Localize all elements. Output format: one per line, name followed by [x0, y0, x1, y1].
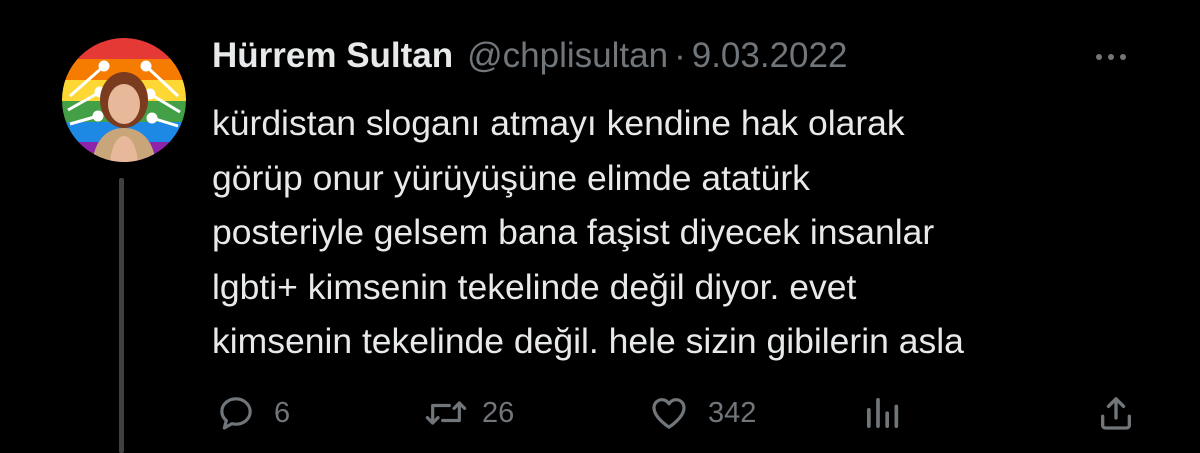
tweet-header: Hürrem Sultan @chplisultan · 9.03.2022 [212, 36, 847, 80]
share-icon [1101, 397, 1131, 430]
views-button[interactable] [862, 392, 902, 434]
retweet-count: 26 [482, 396, 515, 429]
heart-icon [652, 398, 686, 429]
share-button[interactable] [1096, 392, 1136, 434]
tweet-date[interactable]: 9.03.2022 [692, 36, 848, 76]
like-button[interactable]: 342 [648, 392, 756, 434]
tweet-text-line: posteriyle gelsem bana faşist diyecek in… [212, 212, 935, 252]
tweet-text-line: görüp onur yürüyüşüne elimde atatürk [212, 157, 810, 198]
tweet-text-line: kürdistan sloganı atmayı kendine hak ola… [212, 103, 905, 143]
separator-dot: · [674, 36, 686, 75]
tweet-text-line: lgbti+ kimsenin tekelinde değil diyor. e… [212, 266, 857, 307]
display-name[interactable]: Hürrem Sultan [212, 36, 453, 76]
avatar[interactable] [62, 38, 186, 162]
avatar-image [62, 38, 186, 162]
retweet-icon [425, 401, 467, 425]
reply-icon [220, 397, 252, 430]
retweet-button[interactable]: 26 [424, 392, 514, 434]
reply-count: 6 [274, 396, 291, 429]
tweet-text-line: kimsenin tekelinde değil. hele sizin gib… [212, 321, 964, 361]
more-icon[interactable] [1096, 50, 1126, 64]
analytics-icon [867, 398, 899, 428]
like-count: 342 [708, 396, 757, 429]
tweet-text: kürdistan sloganı atmayı kendine hak ola… [212, 96, 1152, 369]
user-handle[interactable]: @chplisultan [467, 36, 668, 76]
reply-button[interactable]: 6 [216, 392, 290, 434]
thread-line [119, 178, 124, 453]
